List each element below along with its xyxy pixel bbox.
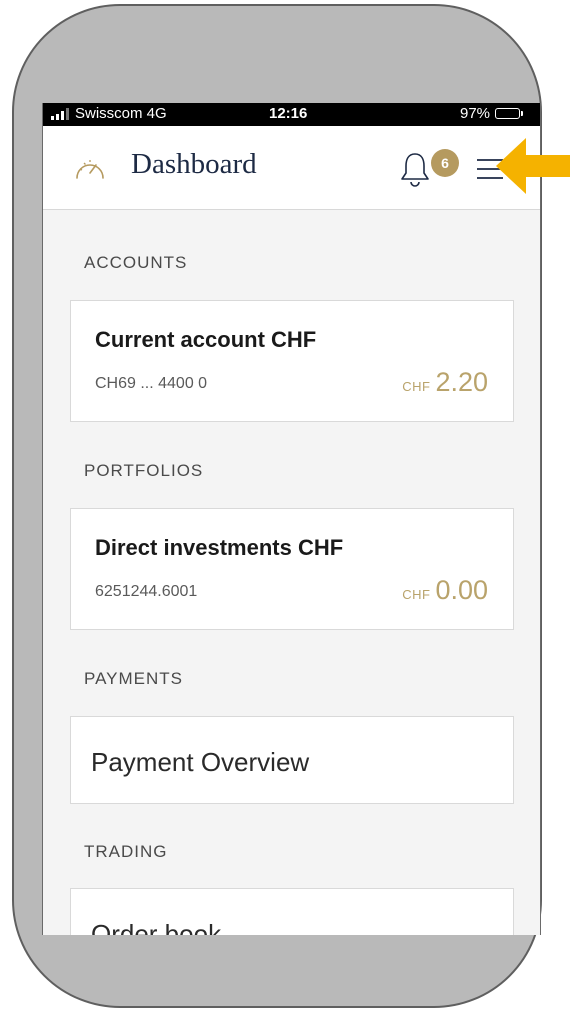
clock: 12:16 bbox=[269, 105, 308, 122]
balance-value: 2.20 bbox=[435, 367, 488, 397]
phone-frame: Swisscom 4G 12:16 97% Dashboard 6 ACCOUN… bbox=[12, 4, 542, 1008]
order-book-label: Order book bbox=[91, 919, 222, 935]
speedometer-icon bbox=[76, 160, 104, 179]
payment-overview-label: Payment Overview bbox=[91, 747, 310, 777]
section-title-accounts: ACCOUNTS bbox=[84, 253, 188, 272]
phone-screen: Swisscom 4G 12:16 97% Dashboard 6 ACCOUN… bbox=[42, 103, 541, 935]
portfolio-name: Direct investments CHF bbox=[95, 535, 344, 560]
account-iban: CH69 ... 4400 0 bbox=[95, 375, 208, 392]
account-card[interactable]: Current account CHF CH69 ... 4400 0 CHF 2… bbox=[70, 300, 514, 422]
portfolio-balance: CHF 0.00 bbox=[402, 575, 488, 606]
portfolio-number: 6251244.6001 bbox=[95, 583, 198, 600]
currency-label: CHF bbox=[402, 379, 431, 394]
balance-value: 0.00 bbox=[435, 575, 488, 605]
app-header: Dashboard 6 bbox=[43, 126, 540, 210]
payment-overview-card[interactable]: Payment Overview bbox=[70, 716, 514, 804]
carrier-label: Swisscom 4G bbox=[75, 105, 167, 122]
section-title-trading: TRADING bbox=[84, 842, 168, 861]
battery-tip bbox=[521, 111, 523, 116]
signal-strength-icon bbox=[51, 108, 69, 120]
battery-icon bbox=[495, 108, 520, 119]
bell-icon[interactable] bbox=[400, 150, 430, 188]
currency-label: CHF bbox=[402, 587, 431, 602]
portfolio-card[interactable]: Direct investments CHF 6251244.6001 CHF 0… bbox=[70, 508, 514, 630]
notification-badge[interactable]: 6 bbox=[431, 149, 459, 177]
battery-percent: 97% bbox=[460, 105, 491, 122]
page-title: Dashboard bbox=[131, 148, 257, 180]
section-title-payments: PAYMENTS bbox=[84, 669, 183, 688]
status-bar: Swisscom 4G 12:16 97% bbox=[43, 103, 540, 126]
pointer-arrow-icon bbox=[496, 138, 570, 194]
section-title-portfolios: PORTFOLIOS bbox=[84, 461, 204, 480]
account-name: Current account CHF bbox=[95, 327, 317, 352]
account-balance: CHF 2.20 bbox=[402, 367, 488, 398]
order-book-card[interactable]: Order book bbox=[70, 888, 514, 935]
